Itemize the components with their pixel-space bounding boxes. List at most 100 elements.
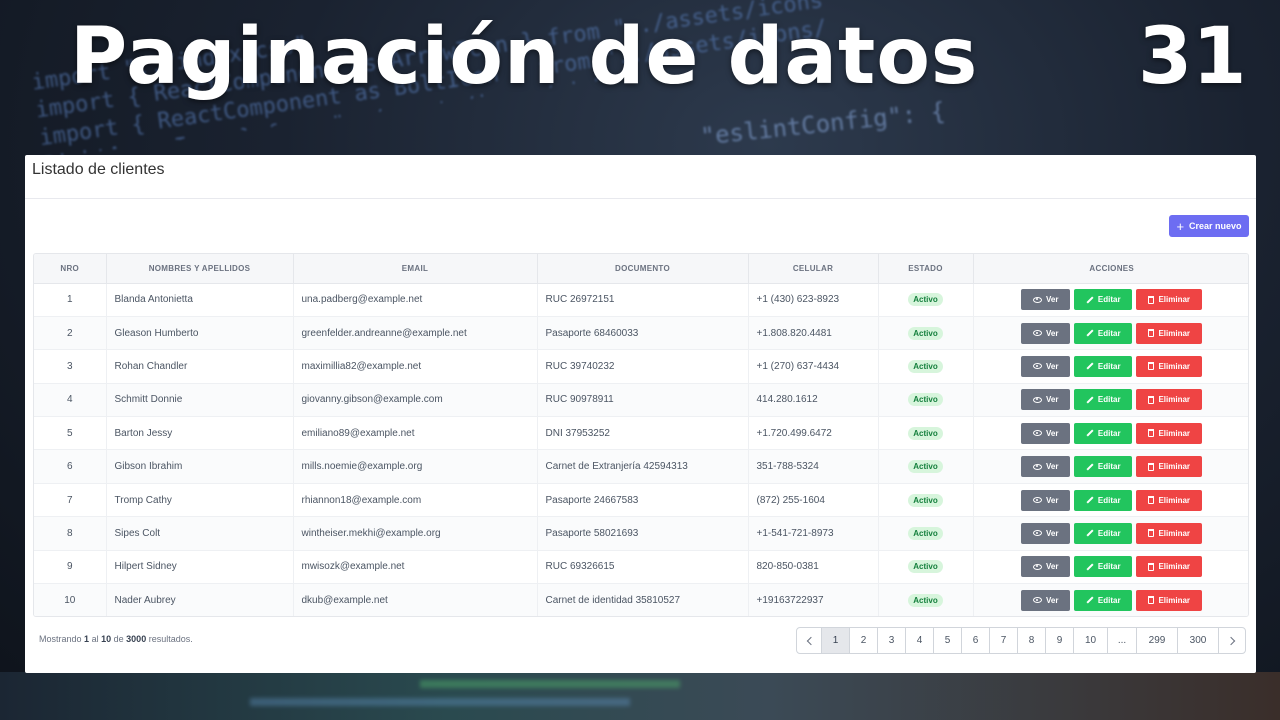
pagination-page[interactable]: 7 (990, 628, 1018, 653)
pencil-icon (1086, 429, 1094, 437)
edit-button[interactable]: Editar (1074, 289, 1133, 311)
edit-button[interactable]: Editar (1074, 355, 1133, 377)
cell-name: Gleason Humberto (106, 316, 294, 351)
pagination-page[interactable]: 8 (1018, 628, 1046, 653)
cell-document: DNI 37953252 (537, 416, 749, 451)
status-badge: Activo (908, 493, 943, 507)
edit-button[interactable]: Editar (1074, 422, 1133, 444)
delete-button[interactable]: Eliminar (1136, 589, 1203, 611)
edit-button[interactable]: Editar (1074, 589, 1133, 611)
view-button[interactable]: Ver (1021, 489, 1071, 511)
delete-button[interactable]: Eliminar (1136, 289, 1203, 311)
view-button[interactable]: Ver (1021, 522, 1071, 544)
delete-button[interactable]: Eliminar (1136, 456, 1203, 478)
pagination-page[interactable]: 6 (962, 628, 990, 653)
create-new-label: Crear nuevo (1189, 221, 1242, 231)
cell-name: Tromp Cathy (106, 483, 294, 518)
cell-name: Schmitt Donnie (106, 383, 294, 418)
chevron-left-icon (806, 636, 815, 645)
delete-button[interactable]: Eliminar (1136, 322, 1203, 344)
cell-nro: 1 (34, 283, 107, 317)
view-button[interactable]: Ver (1021, 289, 1071, 311)
cell-actions: Ver Editar Eliminar (973, 283, 1248, 317)
cell-status: Activo (878, 516, 974, 551)
eye-icon (1033, 530, 1043, 537)
pagination-page[interactable]: 10 (1074, 628, 1108, 653)
view-button[interactable]: Ver (1021, 422, 1071, 444)
view-button-label: Ver (1046, 595, 1059, 605)
edit-button-label: Editar (1097, 295, 1121, 305)
edit-button[interactable]: Editar (1074, 522, 1133, 544)
delete-button-label: Eliminar (1158, 462, 1191, 472)
episode-number: 31 (1138, 12, 1247, 102)
pagination-page[interactable]: 300 (1178, 628, 1219, 653)
view-button-label: Ver (1046, 562, 1059, 572)
delete-button[interactable]: Eliminar (1136, 389, 1203, 411)
pagination-prev-button[interactable] (797, 628, 822, 653)
create-new-button[interactable]: + Crear nuevo (1169, 215, 1249, 237)
cell-phone: +1-541-721-8973 (748, 516, 879, 551)
header-actions: ACCIONES (973, 254, 1248, 284)
pencil-icon (1086, 396, 1094, 404)
table-header-row: NRO NOMBRES Y APELLIDOS EMAIL DOCUMENTO … (34, 254, 1248, 284)
edit-button-label: Editar (1097, 395, 1121, 405)
view-button[interactable]: Ver (1021, 389, 1071, 411)
header-name: NOMBRES Y APELLIDOS (106, 254, 294, 284)
view-button-label: Ver (1046, 328, 1059, 338)
edit-button-label: Editar (1097, 528, 1121, 538)
header-status: ESTADO (878, 254, 974, 284)
status-badge: Activo (908, 526, 943, 540)
table-row: 4 Schmitt Donnie giovanny.gibson@example.c… (34, 383, 1248, 418)
cell-email: mills.noemie@example.org (293, 449, 538, 484)
pagination-page[interactable]: 9 (1046, 628, 1074, 653)
header-document: DOCUMENTO (537, 254, 749, 284)
table-row: 10 Nader Aubrey dkub@example.net Carnet de … (34, 583, 1248, 616)
pagination-ellipsis: ... (1108, 628, 1137, 653)
cell-actions: Ver Editar Eliminar (973, 383, 1248, 418)
pagination-page[interactable]: 5 (934, 628, 962, 653)
delete-button[interactable]: Eliminar (1136, 355, 1203, 377)
edit-button[interactable]: Editar (1074, 389, 1133, 411)
table-row: 3 Rohan Chandler maximillia82@example.net R… (34, 349, 1248, 384)
view-button[interactable]: Ver (1021, 322, 1071, 344)
edit-button[interactable]: Editar (1074, 489, 1133, 511)
cell-email: maximillia82@example.net (293, 349, 538, 384)
background-code-right: "eslintConfig": { (699, 97, 947, 151)
pagination-page[interactable]: 4 (906, 628, 934, 653)
cell-name: Blanda Antonietta (106, 283, 294, 317)
delete-button-label: Eliminar (1158, 395, 1191, 405)
view-button-label: Ver (1046, 428, 1059, 438)
trash-icon (1148, 295, 1155, 304)
pagination-page[interactable]: 1 (822, 628, 850, 653)
delete-button[interactable]: Eliminar (1136, 556, 1203, 578)
pagination-page[interactable]: 2 (850, 628, 878, 653)
pencil-icon (1086, 296, 1094, 304)
pencil-icon (1086, 563, 1094, 571)
delete-button[interactable]: Eliminar (1136, 489, 1203, 511)
cell-name: Sipes Colt (106, 516, 294, 551)
eye-icon (1033, 330, 1043, 337)
delete-button[interactable]: Eliminar (1136, 422, 1203, 444)
pagination-next-button[interactable] (1219, 628, 1245, 653)
delete-button[interactable]: Eliminar (1136, 522, 1203, 544)
trash-icon (1148, 329, 1155, 338)
view-button-label: Ver (1046, 361, 1059, 371)
eye-icon (1033, 430, 1043, 437)
cell-actions: Ver Editar Eliminar (973, 550, 1248, 585)
view-button[interactable]: Ver (1021, 355, 1071, 377)
view-button[interactable]: Ver (1021, 589, 1071, 611)
view-button[interactable]: Ver (1021, 456, 1071, 478)
edit-button[interactable]: Editar (1074, 556, 1133, 578)
cell-document: Pasaporte 24667583 (537, 483, 749, 518)
table-row: 2 Gleason Humberto greenfelder.andreanne@e… (34, 316, 1248, 351)
cell-email: mwisozk@example.net (293, 550, 538, 585)
view-button[interactable]: Ver (1021, 556, 1071, 578)
background-bottom (0, 672, 1280, 720)
view-button-label: Ver (1046, 395, 1059, 405)
pagination-page[interactable]: 3 (878, 628, 906, 653)
edit-button[interactable]: Editar (1074, 456, 1133, 478)
pagination-page[interactable]: 299 (1137, 628, 1178, 653)
status-badge: Activo (908, 393, 943, 407)
pencil-icon (1086, 596, 1094, 604)
edit-button[interactable]: Editar (1074, 322, 1133, 344)
